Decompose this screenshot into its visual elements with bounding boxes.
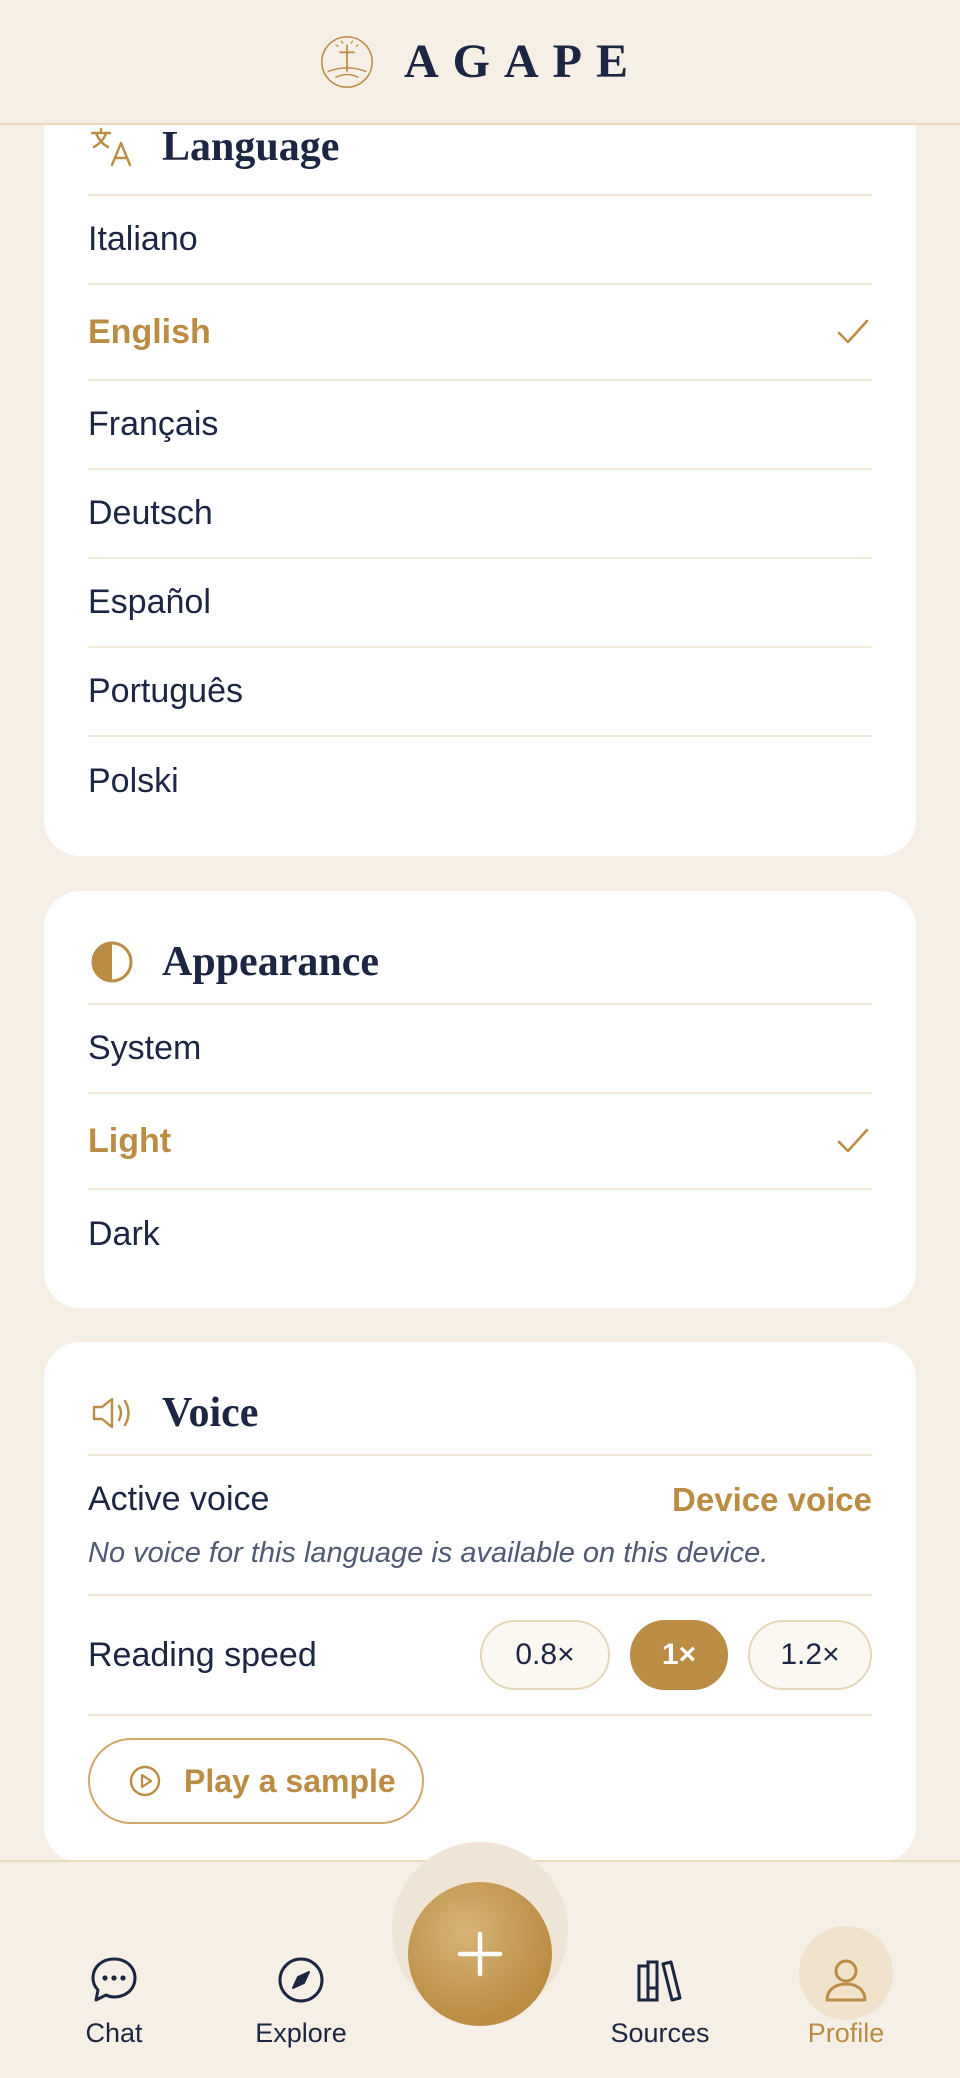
- check-icon: [837, 319, 869, 344]
- nav-chat[interactable]: Chat: [44, 1954, 184, 2049]
- reading-speed-options: 0.8× 1× 1.2×: [480, 1620, 872, 1690]
- settings-content[interactable]: Language Italiano English Français Deuts…: [0, 0, 960, 2078]
- reading-speed-row: Reading speed 0.8× 1× 1.2×: [88, 1596, 872, 1716]
- appearance-header: Appearance: [88, 891, 872, 1005]
- option-label: Italiano: [88, 220, 198, 258]
- appearance-card: Appearance System Light Dark: [44, 891, 916, 1308]
- nav-profile-label: Profile: [807, 2018, 885, 2048]
- option-label: English: [88, 312, 211, 351]
- option-label: Polski: [88, 762, 179, 800]
- option-label: Dark: [88, 1215, 160, 1253]
- language-option-deutsch[interactable]: Deutsch: [88, 470, 872, 559]
- option-label: Español: [88, 583, 211, 621]
- reading-speed-label: Reading speed: [88, 1635, 317, 1674]
- compass-icon: [278, 1957, 324, 2003]
- play-sample-label: Play a sample: [184, 1762, 396, 1799]
- language-option-polski[interactable]: Polski: [88, 737, 872, 826]
- language-option-portugues[interactable]: Português: [88, 648, 872, 737]
- voice-card: Voice Active voice Device voice No voice…: [44, 1342, 916, 1862]
- check-icon: [837, 1128, 869, 1153]
- nav-sources[interactable]: Sources: [590, 1954, 730, 2049]
- language-option-english[interactable]: English: [88, 285, 872, 381]
- new-chat-button[interactable]: [408, 1882, 552, 2026]
- chat-bubble-icon: [91, 1957, 137, 2002]
- option-label: Light: [88, 1121, 172, 1160]
- language-option-francais[interactable]: Français: [88, 381, 872, 470]
- speed-option-1-2[interactable]: 1.2×: [748, 1620, 872, 1690]
- nav-profile[interactable]: Profile: [776, 1926, 916, 2049]
- speed-option-0-8[interactable]: 0.8×: [480, 1620, 610, 1690]
- books-icon: [637, 1960, 682, 2002]
- person-icon: [825, 1959, 867, 2002]
- brand-name: AGAPE: [404, 35, 642, 88]
- appearance-option-light[interactable]: Light: [88, 1094, 872, 1190]
- nav-chat-label: Chat: [85, 2018, 143, 2048]
- appearance-option-dark[interactable]: Dark: [88, 1190, 872, 1279]
- appearance-list: System Light Dark: [88, 1005, 872, 1279]
- play-circle-icon: [129, 1765, 161, 1797]
- speaker-icon: [88, 1389, 136, 1437]
- cross-sunrise-logo-icon: [321, 35, 373, 88]
- language-option-italiano[interactable]: Italiano: [88, 196, 872, 285]
- translate-icon: [88, 123, 136, 171]
- play-sample-button[interactable]: Play a sample: [88, 1738, 424, 1824]
- option-label: Português: [88, 672, 243, 710]
- voice-header: Voice: [88, 1342, 872, 1456]
- appearance-title: Appearance: [162, 939, 379, 985]
- nav-explore-label: Explore: [255, 2018, 347, 2048]
- active-voice-row[interactable]: Active voice Device voice: [88, 1456, 872, 1519]
- active-voice-label: Active voice: [88, 1480, 270, 1518]
- language-card: Language Italiano English Français Deuts…: [44, 90, 916, 856]
- option-label: Deutsch: [88, 494, 213, 532]
- speed-option-1[interactable]: 1×: [630, 1620, 728, 1690]
- appearance-option-system[interactable]: System: [88, 1005, 872, 1094]
- app-header: AGAPE: [0, 0, 960, 125]
- nav-sources-label: Sources: [610, 2018, 710, 2048]
- contrast-icon: [88, 938, 136, 986]
- plus-icon: [457, 1931, 503, 1977]
- settings-screen: AGAPE Language Italiano English Français…: [0, 0, 960, 2078]
- nav-explore[interactable]: Explore: [231, 1954, 371, 2049]
- language-list: Italiano English Français Deutsch Españo…: [88, 196, 872, 826]
- option-label: System: [88, 1029, 202, 1067]
- active-voice-value[interactable]: Device voice: [672, 1481, 872, 1519]
- voice-availability-note: No voice for this language is available …: [88, 1519, 872, 1596]
- option-label: Français: [88, 405, 219, 443]
- voice-title: Voice: [162, 1390, 259, 1436]
- language-title: Language: [162, 124, 340, 170]
- language-option-espanol[interactable]: Español: [88, 559, 872, 648]
